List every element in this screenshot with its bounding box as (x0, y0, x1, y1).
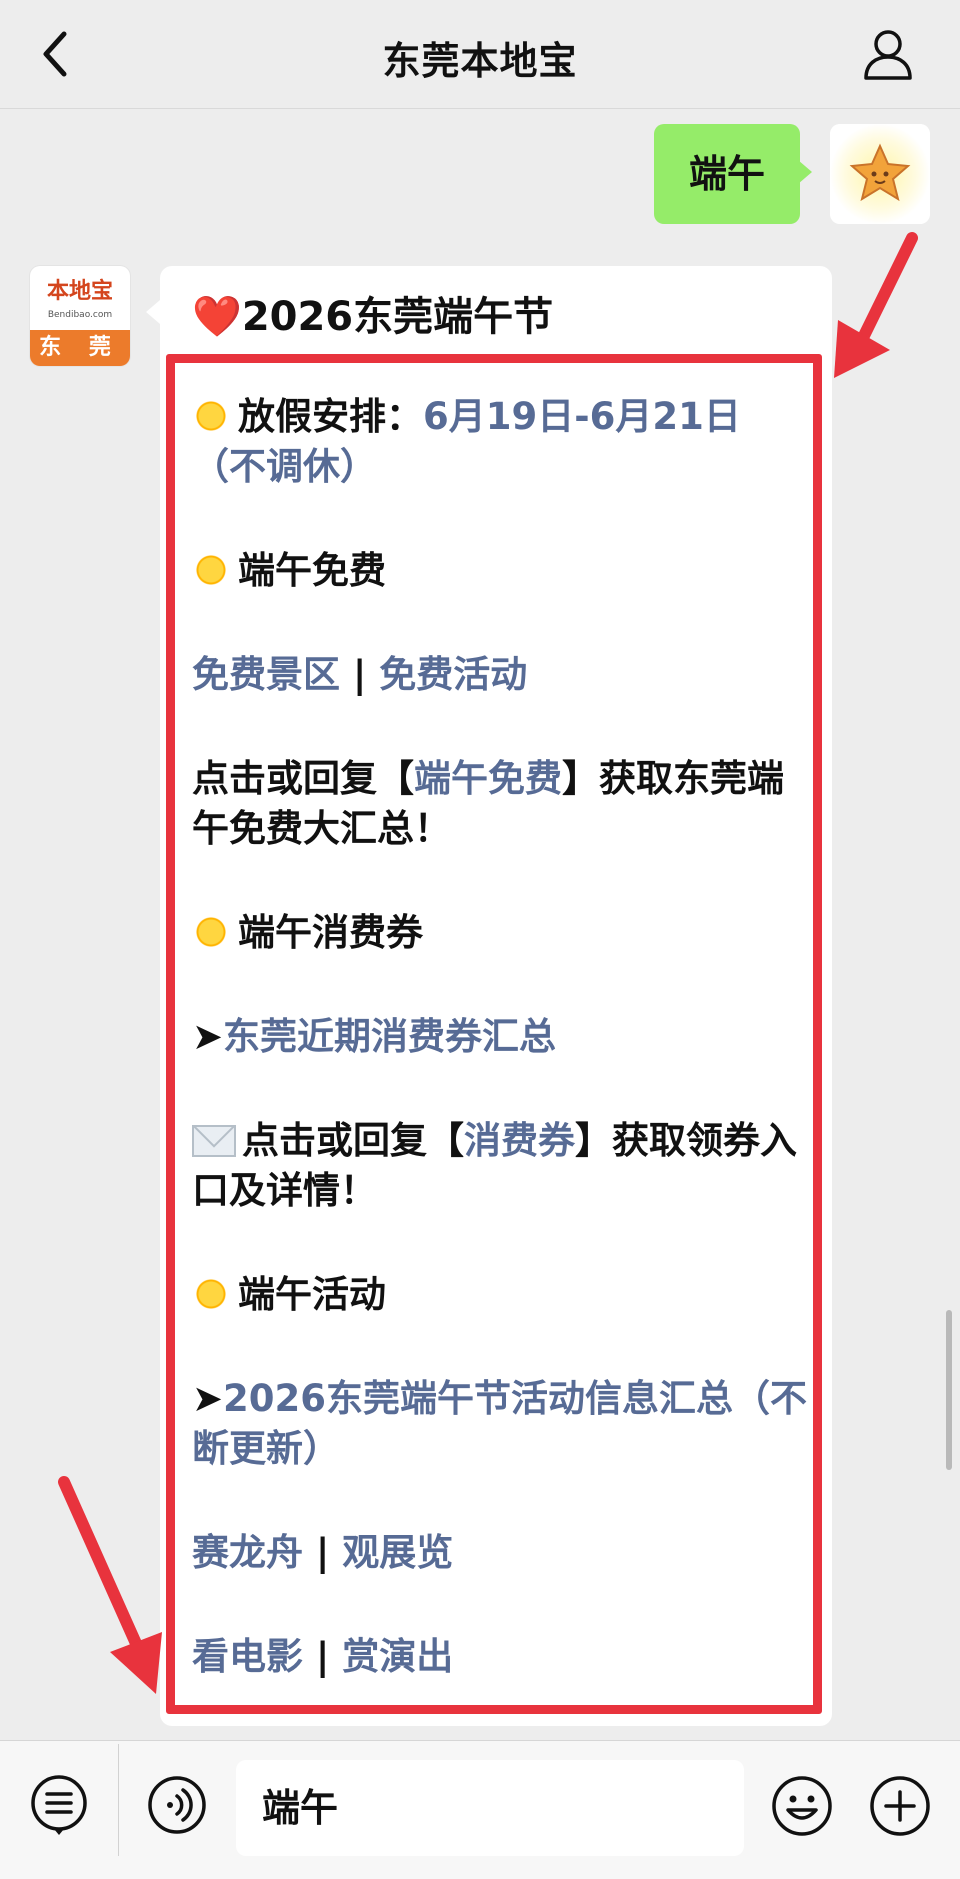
free-reply-keyword-link[interactable]: 端午免费 (414, 757, 562, 800)
avatar-site: Bendibao.com (47, 310, 113, 320)
activity-heading-text: 端午活动 (238, 1273, 386, 1316)
activity-heading: 端午活动 (192, 1270, 812, 1320)
arrow-bullet-icon: ➤ (192, 1377, 224, 1420)
free-links-line: 免费景区 | 免费活动 (192, 650, 812, 700)
scrollbar[interactable] (946, 1310, 952, 1470)
activity-link-line: ➤2026东莞端午节活动信息汇总（不断更新） (192, 1374, 812, 1474)
coupon-reply-keyword-link[interactable]: 消费券 (464, 1119, 575, 1162)
holiday-label: 放假安排： (238, 395, 423, 438)
voice-icon[interactable] (146, 1774, 208, 1836)
message-content: 放假安排：6月19日-6月21日（不调休） 端午免费 免费景区 | 免费活动 点… (192, 392, 812, 1682)
plus-icon[interactable] (868, 1774, 932, 1838)
heart-icon: ❤️ (192, 294, 242, 340)
sun-icon (192, 551, 230, 589)
coupon-reply-line: 点击或回复【消费券】获取领券入口及详情！ (192, 1116, 812, 1216)
input-divider (118, 1744, 119, 1856)
separator: | (303, 1531, 343, 1574)
free-reply-line: 点击或回复【端午免费】获取东莞端午免费大汇总！ (192, 754, 812, 854)
page-title: 东莞本地宝 (382, 39, 578, 83)
bendibao-avatar[interactable]: 本地宝 Bendibao.com 东 莞 (30, 266, 130, 366)
free-activity-link[interactable]: 免费活动 (379, 653, 527, 696)
coupon-heading-text: 端午消费券 (238, 911, 423, 954)
exhibition-link[interactable]: 观展览 (342, 1531, 453, 1574)
free-reply-prefix: 点击或回复【 (192, 757, 414, 800)
my-bubble-tail (798, 160, 812, 184)
arrow-bullet-icon: ➤ (192, 1015, 224, 1058)
red-arrow-upper-icon (834, 232, 918, 378)
separator: | (303, 1635, 343, 1678)
menu-icon[interactable] (28, 1774, 90, 1836)
profile-icon[interactable] (860, 26, 916, 82)
message-input[interactable]: 端午 (236, 1760, 744, 1856)
my-avatar[interactable] (830, 124, 930, 224)
red-arrow-lower-icon (58, 1476, 162, 1694)
sun-icon (192, 397, 230, 435)
message-title-text: 2026东莞端午节 (241, 294, 554, 340)
show-link[interactable]: 赏演出 (342, 1635, 453, 1678)
my-message-text: 端午 (688, 152, 765, 196)
my-message-bubble[interactable]: 端午 (654, 124, 800, 224)
top-navbar: 东莞本地宝 (0, 0, 960, 109)
coupon-reply-prefix: 点击或回复【 (242, 1119, 464, 1162)
sun-icon (192, 1275, 230, 1313)
dragon-boat-link[interactable]: 赛龙舟 (192, 1531, 303, 1574)
free-heading: 端午免费 (192, 546, 812, 596)
coupon-summary-link[interactable]: 东莞近期消费券汇总 (223, 1015, 556, 1058)
coupon-heading: 端午消费券 (192, 908, 812, 958)
free-heading-text: 端午免费 (238, 549, 386, 592)
emoji-icon[interactable] (770, 1774, 834, 1838)
envelope-icon (192, 1125, 236, 1157)
bot-bubble-tail (146, 300, 160, 324)
movie-link[interactable]: 看电影 (192, 1635, 303, 1678)
star-avatar-icon (830, 124, 930, 224)
avatar-city: 东 莞 (30, 330, 130, 366)
movie-show-line: 看电影 | 赏演出 (192, 1632, 812, 1682)
activity-summary-link[interactable]: 2026东莞端午节活动信息汇总（不断更新） (192, 1377, 807, 1470)
sun-icon (192, 913, 230, 951)
separator: | (340, 653, 380, 696)
holiday-line: 放假安排：6月19日-6月21日（不调休） (192, 392, 812, 492)
free-scenic-link[interactable]: 免费景区 (192, 653, 340, 696)
dragon-exhibition-line: 赛龙舟 | 观展览 (192, 1528, 812, 1578)
message-title: ❤️2026东莞端午节 (192, 292, 553, 342)
avatar-brand: 本地宝 (46, 278, 113, 304)
coupon-link-line: ➤东莞近期消费券汇总 (192, 1012, 812, 1062)
